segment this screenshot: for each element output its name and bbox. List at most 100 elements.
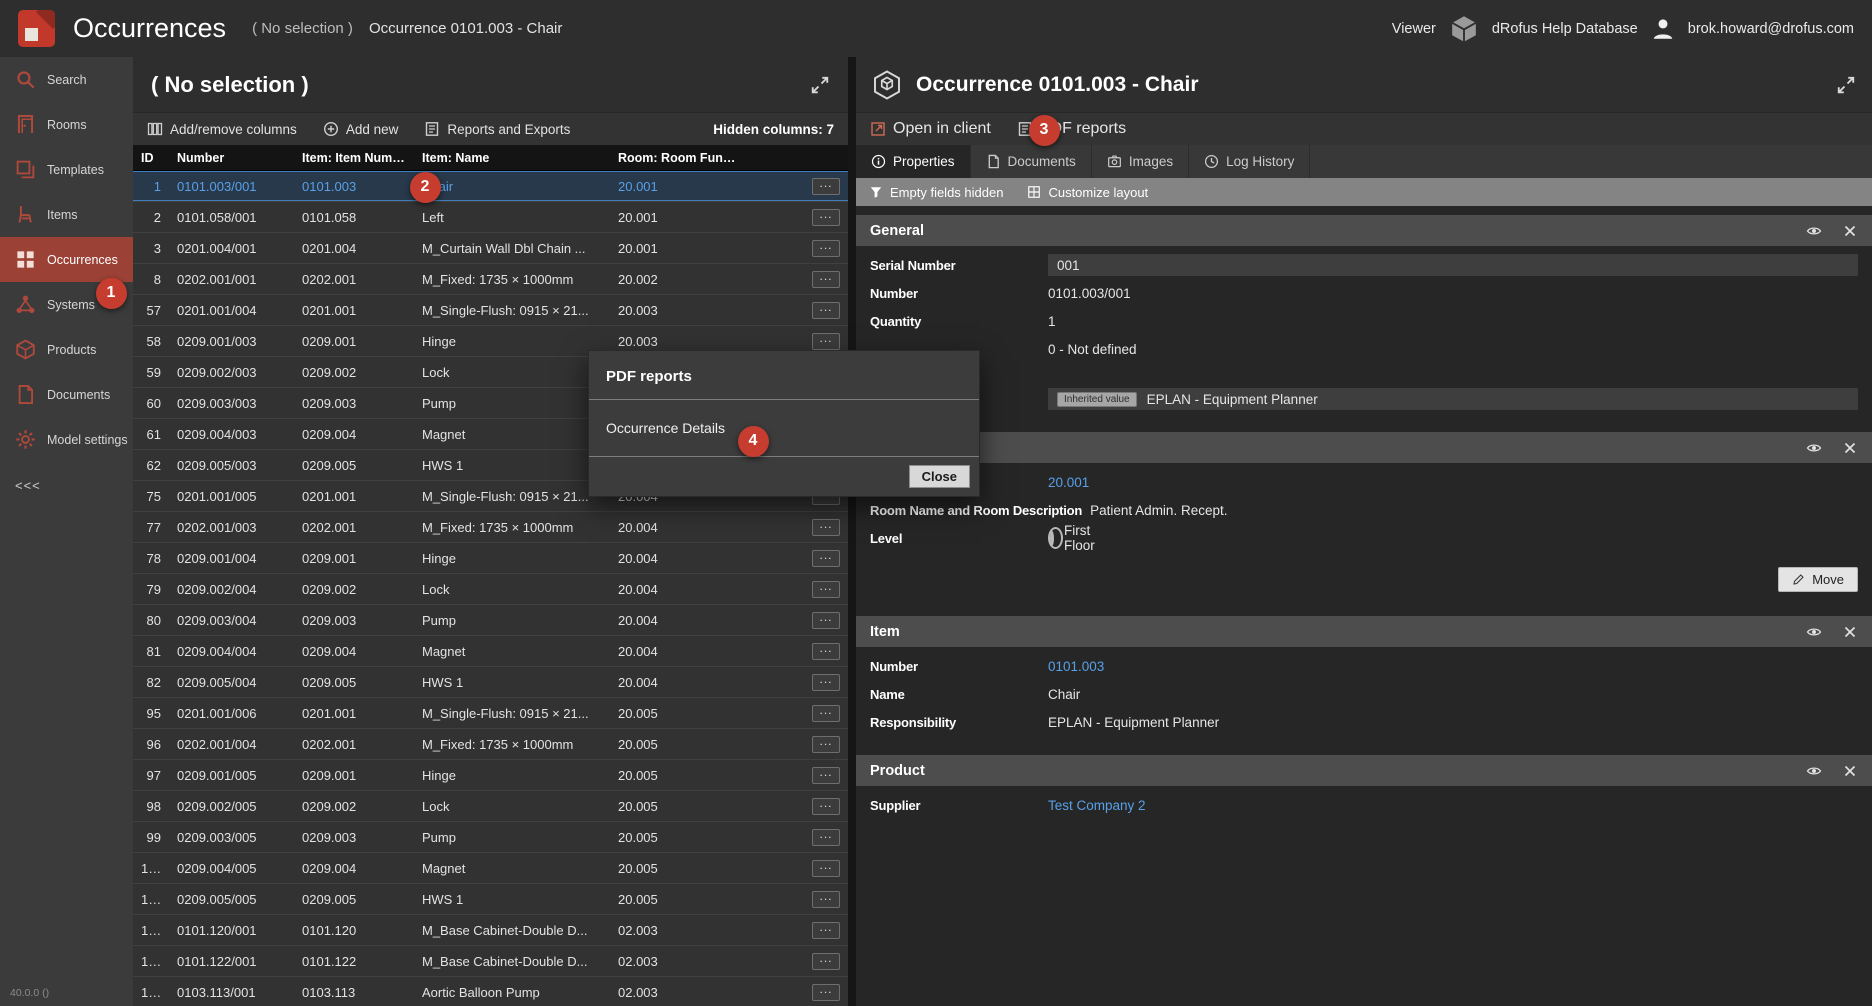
row-menu-button[interactable]: ...: [812, 519, 840, 536]
table-row[interactable]: 1000209.004/0050209.004Magnet20.005...: [133, 853, 848, 884]
field-value[interactable]: Test Company 2: [1048, 794, 1858, 816]
row-menu-button[interactable]: ...: [812, 705, 840, 722]
pencil-icon: [1792, 573, 1805, 586]
field-value[interactable]: Inherited valueEPLAN - Equipment Planner: [1048, 388, 1858, 410]
row-menu-button[interactable]: ...: [812, 209, 840, 226]
tab-documents[interactable]: Documents: [971, 145, 1092, 178]
table-row[interactable]: 80202.001/0010202.001M_Fixed: 1735 × 100…: [133, 264, 848, 295]
sidebar-collapse-button[interactable]: <<<: [0, 462, 133, 493]
row-menu-button[interactable]: ...: [812, 984, 840, 1001]
panel-divider[interactable]: [848, 57, 856, 1006]
table-row[interactable]: 1010209.005/0050209.005HWS 120.005...: [133, 884, 848, 915]
eye-icon[interactable]: [1806, 763, 1822, 779]
row-id: 136: [133, 985, 169, 1000]
row-menu-button[interactable]: ...: [812, 674, 840, 691]
row-menu-button[interactable]: ...: [812, 953, 840, 970]
table-row[interactable]: 20101.058/0010101.058Left20.001...: [133, 202, 848, 233]
close-icon[interactable]: [1842, 440, 1858, 456]
column-header-number[interactable]: Number: [169, 151, 294, 165]
sidebar-item-rooms[interactable]: Rooms: [0, 102, 133, 147]
eye-icon[interactable]: [1806, 624, 1822, 640]
row-menu-button[interactable]: ...: [812, 736, 840, 753]
close-icon[interactable]: [1842, 624, 1858, 640]
table-row[interactable]: 810209.004/0040209.004Magnet20.004...: [133, 636, 848, 667]
row-menu-button[interactable]: ...: [812, 767, 840, 784]
toolbar-reports-and-exports[interactable]: Reports and Exports: [424, 121, 570, 137]
row-item-number: 0202.001: [294, 737, 414, 752]
close-button[interactable]: Close: [909, 465, 970, 488]
table-row[interactable]: 960202.001/0040202.001M_Fixed: 1735 × 10…: [133, 729, 848, 760]
section-header: Item: [856, 616, 1872, 647]
field-value[interactable]: 0101.003: [1048, 655, 1858, 677]
dialog-item-occurrence-details[interactable]: Occurrence Details: [589, 400, 979, 457]
topbar-right: Viewer dRofus Help Database brok.howard@…: [1392, 14, 1854, 44]
table-row[interactable]: 30201.004/0010201.004M_Curtain Wall Dbl …: [133, 233, 848, 264]
sidebar-item-documents[interactable]: Documents: [0, 372, 133, 417]
eye-icon[interactable]: [1806, 440, 1822, 456]
expand-panel-icon[interactable]: [810, 75, 830, 95]
table-row[interactable]: 990209.003/0050209.003Pump20.005...: [133, 822, 848, 853]
sidebar-item-occurrences[interactable]: Occurrences: [0, 237, 133, 282]
toolbar-open-in-client[interactable]: Open in client: [870, 120, 991, 138]
row-menu-button[interactable]: ...: [812, 581, 840, 598]
toolbar-add-new[interactable]: Add new: [323, 121, 399, 137]
eye-icon[interactable]: [1806, 223, 1822, 239]
column-header-item-item-number[interactable]: Item: Item Number: [294, 151, 414, 165]
row-menu-button[interactable]: ...: [812, 550, 840, 567]
sidebar-item-templates[interactable]: Templates: [0, 147, 133, 192]
tab-properties[interactable]: Properties: [856, 145, 971, 178]
table-row[interactable]: 800209.003/0040209.003Pump20.004...: [133, 605, 848, 636]
column-header-id[interactable]: ID: [133, 151, 169, 165]
row-item-number: 0209.005: [294, 892, 414, 907]
row-menu-button[interactable]: ...: [812, 271, 840, 288]
row-menu-button[interactable]: ...: [812, 643, 840, 660]
sidebar-item-search[interactable]: Search: [0, 57, 133, 102]
table-row[interactable]: 570201.001/0040201.001M_Single-Flush: 09…: [133, 295, 848, 326]
table-row[interactable]: 10101.003/0010101.003Chair20.001...: [133, 171, 848, 202]
field-value[interactable]: 20.001: [1048, 471, 1858, 493]
table-row[interactable]: 970209.001/0050209.001Hinge20.005...: [133, 760, 848, 791]
row-menu-button[interactable]: ...: [812, 612, 840, 629]
field-value[interactable]: 001: [1048, 254, 1858, 276]
row-menu-button[interactable]: ...: [812, 178, 840, 195]
tab-images[interactable]: Images: [1092, 145, 1189, 178]
table-row[interactable]: 1360103.113/0010103.113Aortic Balloon Pu…: [133, 977, 848, 1006]
close-icon[interactable]: [1842, 223, 1858, 239]
user-email[interactable]: brok.howard@drofus.com: [1688, 21, 1854, 37]
row-menu-button[interactable]: ...: [812, 860, 840, 877]
toolbar-add-remove-columns[interactable]: Add/remove columns: [147, 121, 297, 137]
filter-customize-layout[interactable]: Customize layout: [1027, 185, 1148, 200]
row-id: 100: [133, 861, 169, 876]
row-menu-button[interactable]: ...: [812, 798, 840, 815]
row-actions-cell: ...: [804, 736, 848, 753]
column-header-item-name[interactable]: Item: Name: [414, 151, 610, 165]
table-row[interactable]: 1350101.122/0010101.122M_Base Cabinet-Do…: [133, 946, 848, 977]
expand-detail-icon[interactable]: [1836, 75, 1856, 95]
table-row[interactable]: 950201.001/0060201.001M_Single-Flush: 09…: [133, 698, 848, 729]
sidebar-item-products[interactable]: Products: [0, 327, 133, 372]
column-header-room-room-function[interactable]: Room: Room Function #: [610, 151, 748, 165]
database-name[interactable]: dRofus Help Database: [1492, 21, 1638, 37]
table-row[interactable]: 820209.005/0040209.005HWS 120.004...: [133, 667, 848, 698]
filter-empty-fields-hidden[interactable]: Empty fields hidden: [869, 185, 1003, 200]
radio-button[interactable]: [1050, 531, 1054, 546]
table-row[interactable]: 980209.002/0050209.002Lock20.005...: [133, 791, 848, 822]
row-menu-button[interactable]: ...: [812, 891, 840, 908]
table-row[interactable]: 780209.001/0040209.001Hinge20.004...: [133, 543, 848, 574]
row-menu-button[interactable]: ...: [812, 240, 840, 257]
table-row[interactable]: 1340101.120/0010101.120M_Base Cabinet-Do…: [133, 915, 848, 946]
viewer-cube-icon[interactable]: [1449, 14, 1479, 44]
table-row[interactable]: 770202.001/0030202.001M_Fixed: 1735 × 10…: [133, 512, 848, 543]
table-row[interactable]: 790209.002/0040209.002Lock20.004...: [133, 574, 848, 605]
dialog-items: Occurrence Details: [589, 400, 979, 457]
row-menu-button[interactable]: ...: [812, 829, 840, 846]
row-item-name: Left: [414, 210, 610, 225]
close-icon[interactable]: [1842, 763, 1858, 779]
row-menu-button[interactable]: ...: [812, 333, 840, 350]
move-button[interactable]: Move: [1778, 567, 1858, 592]
row-menu-button[interactable]: ...: [812, 302, 840, 319]
row-menu-button[interactable]: ...: [812, 922, 840, 939]
tab-log-history[interactable]: Log History: [1189, 145, 1310, 178]
sidebar-item-model-settings[interactable]: Model settings: [0, 417, 133, 462]
sidebar-item-items[interactable]: Items: [0, 192, 133, 237]
